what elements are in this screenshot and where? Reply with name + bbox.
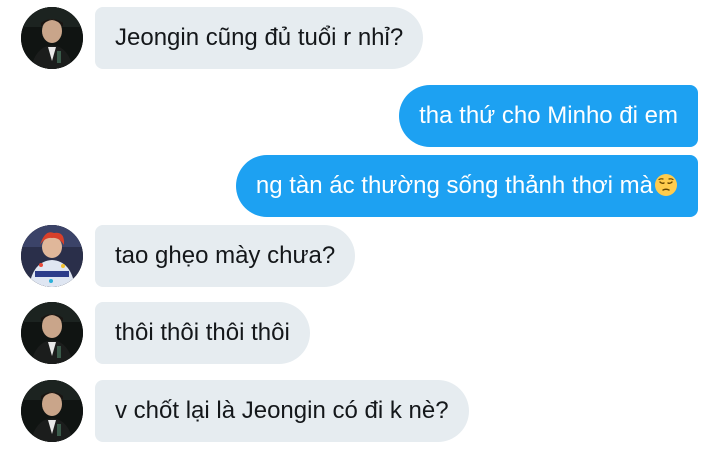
pensive-face-emoji-icon: [655, 174, 677, 196]
avatar-photo-icon: [21, 302, 83, 364]
sender-avatar[interactable]: [21, 225, 83, 287]
message-bubble-outgoing[interactable]: ng tàn ác thường sống thảnh thơi mà: [235, 155, 698, 217]
sender-avatar[interactable]: [21, 302, 83, 364]
message-text: tao ghẹo mày chưa?: [115, 242, 336, 269]
message-bubble-incoming[interactable]: v chốt lại là Jeongin có đi k nè?: [95, 380, 469, 442]
message-bubble-incoming[interactable]: tao ghẹo mày chưa?: [95, 225, 356, 287]
avatar-photo-icon: [21, 7, 83, 69]
message-bubble-incoming[interactable]: thôi thôi thôi thôi: [95, 302, 310, 364]
message-bubble-outgoing[interactable]: tha thứ cho Minho đi em: [399, 85, 698, 147]
message-text: Jeongin cũng đủ tuổi r nhỉ?: [115, 24, 404, 51]
message-bubble-incoming[interactable]: Jeongin cũng đủ tuổi r nhỉ?: [95, 7, 424, 69]
message-text: v chốt lại là Jeongin có đi k nè?: [115, 397, 449, 424]
sender-avatar[interactable]: [21, 7, 83, 69]
avatar-photo-icon: [21, 380, 83, 442]
message-text: tha thứ cho Minho đi em: [419, 102, 678, 129]
message-text: thôi thôi thôi thôi: [115, 319, 290, 346]
sender-avatar[interactable]: [21, 380, 83, 442]
avatar-photo-icon: [21, 225, 83, 287]
message-text: ng tàn ác thường sống thảnh thơi mà: [255, 172, 653, 199]
